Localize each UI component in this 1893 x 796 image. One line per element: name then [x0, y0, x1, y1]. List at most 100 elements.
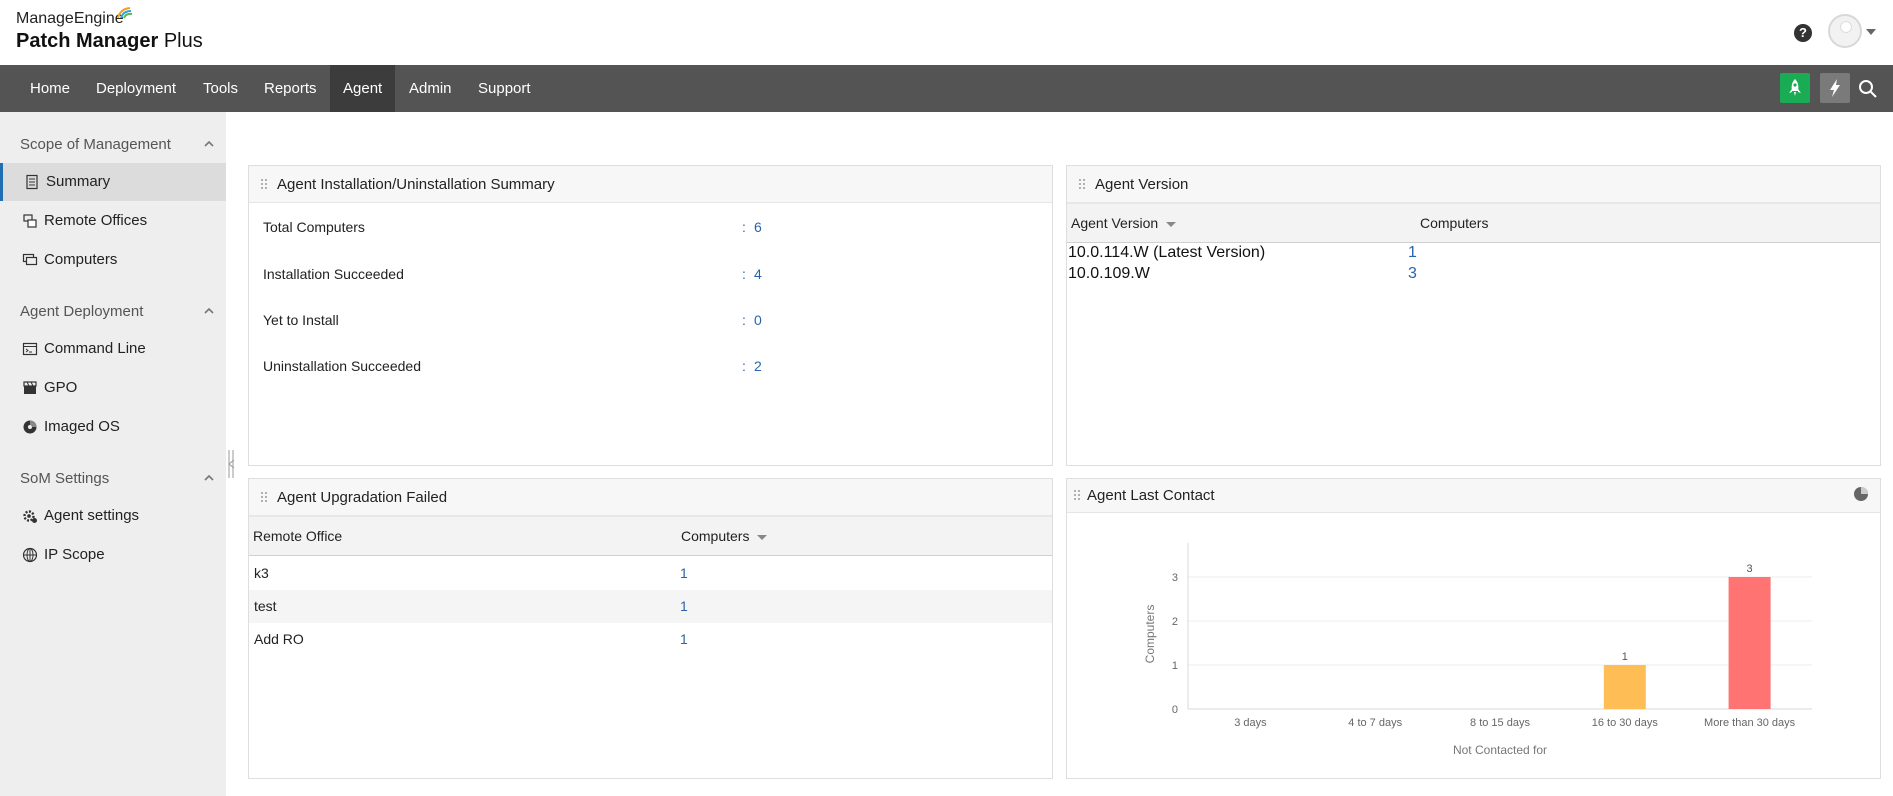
computers-count-link[interactable]: 1: [680, 565, 688, 581]
y-tick-label: 0: [1172, 704, 1178, 716]
summary-value-link[interactable]: 2: [754, 358, 762, 374]
table-row: test 1: [249, 590, 1052, 623]
column-header-computers[interactable]: Computers: [1420, 215, 1488, 231]
summary-label: Total Computers: [263, 219, 365, 235]
panel-header: Agent Installation/Uninstallation Summar…: [249, 166, 1052, 203]
y-tick-label: 2: [1172, 616, 1178, 628]
top-header: ManageEngine Patch Manager Plus ?: [0, 0, 1893, 65]
chart-type-icon[interactable]: [1853, 486, 1869, 502]
rocket-icon: [1789, 79, 1801, 96]
panel-title: Agent Version: [1095, 176, 1189, 193]
computers-count-link[interactable]: 1: [680, 598, 688, 614]
summary-value-link[interactable]: 6: [754, 219, 762, 235]
data-label: 3: [1747, 563, 1753, 575]
imaged-os-icon: [23, 420, 37, 434]
nav-tools[interactable]: Tools: [190, 65, 251, 112]
agent-version-panel: Agent Version Agent Version Computers 10…: [1066, 165, 1881, 466]
main-nav: Home Deployment Tools Reports Agent Admi…: [0, 65, 1893, 112]
nav-admin[interactable]: Admin: [396, 65, 465, 112]
x-axis-title: Not Contacted for: [1453, 743, 1547, 757]
vendor-name: ManageEngine: [16, 10, 124, 27]
summary-colon: :: [742, 219, 746, 235]
sidebar-item-summary[interactable]: Summary: [0, 163, 226, 201]
computers-count-link[interactable]: 3: [1408, 265, 1417, 283]
table-header: Remote Office Computers: [249, 516, 1052, 556]
sidebar-item-agent-settings[interactable]: Agent settings: [0, 497, 226, 535]
nav-support[interactable]: Support: [465, 65, 544, 112]
panel-header: Agent Upgradation Failed: [249, 479, 1052, 516]
nav-home[interactable]: Home: [17, 65, 83, 112]
summary-colon: :: [742, 358, 746, 374]
column-header-remote-office[interactable]: Remote Office: [253, 528, 342, 544]
nav-reports[interactable]: Reports: [251, 65, 330, 112]
version-cell: 10.0.114.W (Latest Version): [1068, 244, 1266, 261]
table-header: Agent Version Computers: [1067, 203, 1880, 243]
sidebar-item-ip-scope[interactable]: IP Scope: [0, 536, 226, 574]
sidebar-item-label: Imaged OS: [44, 418, 120, 435]
quick-launch-button[interactable]: [1780, 73, 1810, 103]
column-header-agent-version[interactable]: Agent Version: [1071, 215, 1177, 231]
y-tick-label: 3: [1172, 572, 1178, 584]
panel-header: Agent Version: [1067, 166, 1880, 203]
sidebar-item-computers[interactable]: Computers: [0, 241, 226, 279]
sidebar-section-scope[interactable]: Scope of Management: [20, 136, 171, 153]
avatar[interactable]: [1828, 14, 1862, 48]
drag-handle-icon[interactable]: [1078, 178, 1086, 192]
chevron-down-icon[interactable]: [1866, 29, 1876, 35]
summary-label: Installation Succeeded: [263, 266, 404, 282]
search-icon[interactable]: [1858, 79, 1878, 99]
computers-count-link[interactable]: 1: [680, 631, 688, 647]
summary-value-link[interactable]: 0: [754, 312, 762, 328]
table-row: Add RO 1: [249, 623, 1052, 656]
sidebar-section-som-settings[interactable]: SoM Settings: [20, 470, 109, 487]
help-icon[interactable]: ?: [1794, 24, 1812, 42]
computers-icon: [22, 253, 38, 266]
x-tick-label: 3 days: [1234, 717, 1267, 729]
drag-handle-icon[interactable]: [260, 491, 268, 505]
computers-count-link[interactable]: 1: [1408, 244, 1417, 262]
sidebar-item-label: Command Line: [44, 340, 146, 357]
x-tick-label: More than 30 days: [1704, 717, 1796, 729]
panel-title: Agent Last Contact: [1087, 487, 1215, 504]
office-cell: Add RO: [254, 631, 304, 647]
chevron-up-icon[interactable]: [204, 139, 214, 149]
sidebar-item-imaged-os[interactable]: Imaged OS: [0, 408, 226, 446]
quick-actions-button[interactable]: [1820, 73, 1850, 103]
drag-handle-icon[interactable]: [260, 178, 268, 192]
sort-desc-icon: [757, 534, 768, 540]
nav-agent[interactable]: Agent: [330, 65, 396, 112]
install-summary-panel: Agent Installation/Uninstallation Summar…: [248, 165, 1053, 466]
sidebar-item-label: Agent settings: [44, 507, 140, 524]
sidebar: Scope of Management Summary Remote Offic…: [0, 112, 226, 796]
sidebar-collapse-handle[interactable]: [226, 448, 236, 480]
table-row: k3 1: [249, 557, 1052, 590]
last-contact-chart: 0 1 2 3 3 days 4 to 7 days 8 to 15 days 1 16 to …: [1143, 543, 1812, 757]
sort-desc-icon: [1166, 221, 1177, 227]
sidebar-item-label: IP Scope: [44, 546, 105, 563]
nav-deployment[interactable]: Deployment: [83, 65, 189, 112]
x-tick-label: 4 to 7 days: [1348, 717, 1402, 729]
product-name[interactable]: Patch Manager Plus: [16, 30, 203, 53]
sidebar-item-command-line[interactable]: Command Line: [0, 330, 226, 368]
summary-label: Yet to Install: [263, 312, 339, 328]
chevron-up-icon[interactable]: [204, 473, 214, 483]
x-tick-label: 16 to 30 days: [1592, 717, 1659, 729]
sidebar-item-remote-offices[interactable]: Remote Offices: [0, 202, 226, 240]
avatar-head-icon: [1840, 21, 1852, 33]
ip-scope-icon: [22, 547, 38, 563]
sidebar-item-label: Summary: [46, 173, 111, 190]
summary-value-link[interactable]: 4: [754, 266, 762, 282]
sidebar-section-agent-deployment[interactable]: Agent Deployment: [20, 303, 143, 320]
summary-colon: :: [742, 266, 746, 282]
summary-label: Uninstallation Succeeded: [263, 358, 421, 374]
panel-header: Agent Last Contact: [1067, 479, 1880, 513]
panel-title: Agent Installation/Uninstallation Summar…: [277, 176, 555, 193]
command-line-icon: [22, 342, 38, 356]
bar: [1728, 577, 1771, 709]
column-header-computers[interactable]: Computers: [681, 528, 768, 544]
office-cell: k3: [254, 565, 269, 581]
sidebar-item-gpo[interactable]: GPO: [0, 369, 226, 407]
drag-handle-icon[interactable]: [1073, 489, 1081, 503]
document-icon: [26, 174, 38, 190]
chevron-up-icon[interactable]: [204, 306, 214, 316]
